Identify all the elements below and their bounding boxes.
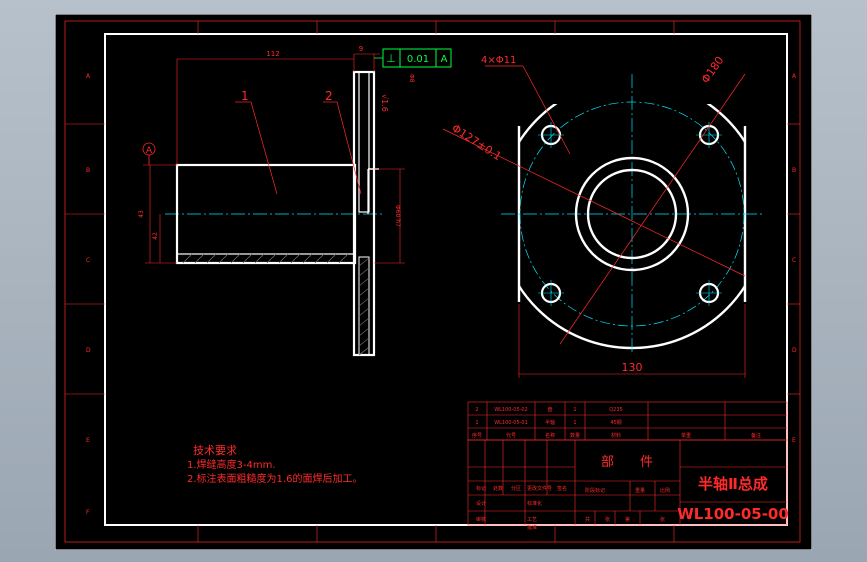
svg-text:单重: 单重 — [681, 432, 691, 439]
roughness-symbol: √1.6 — [380, 94, 389, 112]
svg-text:半轴: 半轴 — [545, 419, 555, 426]
svg-text:B: B — [86, 167, 90, 174]
svg-text:分区: 分区 — [511, 485, 521, 492]
svg-text:1: 1 — [573, 407, 576, 413]
svg-text:E: E — [86, 437, 90, 444]
svg-text:标记: 标记 — [476, 485, 486, 492]
left-dim-2: 42 — [152, 232, 159, 240]
svg-text:张: 张 — [660, 516, 665, 523]
svg-text:名称: 名称 — [545, 432, 555, 439]
svg-text:45钢: 45钢 — [610, 419, 621, 426]
svg-text:比例: 比例 — [660, 487, 670, 494]
svg-text:处数: 处数 — [493, 485, 503, 492]
shaft-dim: Φ60 h7 — [394, 205, 401, 227]
svg-text:标准化: 标准化 — [527, 500, 542, 507]
holes-dim: 4×Φ11 — [481, 55, 516, 66]
svg-text:C: C — [792, 257, 796, 264]
svg-text:Q235: Q235 — [609, 407, 622, 413]
sheet-background — [54, 13, 813, 551]
svg-text:序号: 序号 — [472, 432, 482, 439]
svg-text:E: E — [792, 437, 796, 444]
svg-text:共: 共 — [585, 516, 590, 523]
drawing-code: WL100-05-00 — [677, 505, 789, 523]
svg-text:数量: 数量 — [570, 432, 580, 439]
svg-text:盘: 盘 — [547, 406, 552, 413]
title-name: 半轴Ⅱ总成 — [698, 475, 768, 493]
notes-line2: 2.标注表面粗糙度为1.6的面焊后加工。 — [187, 472, 362, 485]
part-label-2: 2 — [325, 89, 333, 103]
svg-text:F: F — [86, 509, 90, 516]
svg-text:1: 1 — [475, 420, 478, 426]
svg-text:审核: 审核 — [476, 516, 486, 523]
title-category: 部 件 — [601, 455, 653, 470]
svg-text:1: 1 — [573, 420, 576, 426]
svg-text:批准: 批准 — [527, 524, 537, 531]
svg-text:B: B — [792, 167, 796, 174]
part-label-1: 1 — [241, 89, 249, 103]
svg-text:重量: 重量 — [635, 487, 645, 494]
svg-text:更改文件号: 更改文件号 — [527, 485, 552, 492]
svg-text:WL100-05-01: WL100-05-01 — [494, 420, 528, 426]
dim-112-text: 112 — [266, 50, 279, 58]
tolerance-datum: A — [441, 54, 448, 65]
svg-text:C: C — [86, 257, 90, 264]
notes-line1: 1.焊缝高度3-4mm. — [187, 458, 276, 471]
svg-text:工艺: 工艺 — [527, 517, 537, 523]
plate-dim: Φ8 — [408, 74, 415, 83]
svg-text:备注: 备注 — [751, 432, 761, 439]
svg-text:材料: 材料 — [611, 432, 621, 439]
svg-text:第: 第 — [625, 516, 630, 523]
svg-text:A: A — [146, 146, 153, 156]
cad-drawing-window: 112 9 ⊥ 0.01 A √1.6 A 43 42 Φ60 h7 Φ8 1 … — [54, 13, 813, 551]
svg-text:代号: 代号 — [506, 432, 516, 439]
left-dim-1: 43 — [138, 210, 145, 218]
svg-text:设计: 设计 — [476, 500, 486, 507]
svg-text:2: 2 — [475, 407, 478, 413]
svg-text:D: D — [792, 347, 797, 354]
cad-drawing-sheet: 112 9 ⊥ 0.01 A √1.6 A 43 42 Φ60 h7 Φ8 1 … — [54, 13, 813, 551]
svg-text:签名: 签名 — [557, 485, 567, 492]
svg-text:D: D — [86, 347, 91, 354]
notes-title: 技术要求 — [193, 444, 237, 457]
dim-9-text: 9 — [359, 45, 363, 53]
width-dim: 130 — [622, 361, 643, 374]
svg-text:张: 张 — [605, 516, 610, 523]
tolerance-symbol: ⊥ — [386, 52, 396, 65]
svg-text:WL100-05-02: WL100-05-02 — [494, 407, 528, 413]
svg-text:阶段标记: 阶段标记 — [585, 487, 605, 494]
tolerance-value: 0.01 — [407, 54, 429, 65]
